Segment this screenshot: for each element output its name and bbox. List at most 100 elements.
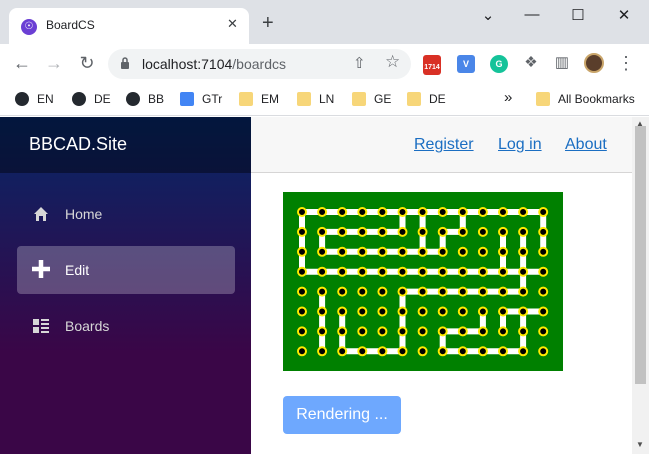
bookmark-bb[interactable]: BB bbox=[126, 92, 164, 106]
solder-pad[interactable] bbox=[518, 286, 529, 297]
about-link[interactable]: About bbox=[565, 136, 607, 154]
solder-pad[interactable] bbox=[518, 207, 529, 217]
solder-pad[interactable] bbox=[377, 326, 388, 337]
solder-pad[interactable] bbox=[457, 246, 468, 257]
solder-pad[interactable] bbox=[538, 246, 549, 257]
close-tab-icon[interactable]: ✕ bbox=[227, 16, 238, 32]
solder-pad[interactable] bbox=[397, 346, 408, 357]
solder-pad[interactable] bbox=[377, 286, 388, 297]
solder-pad[interactable] bbox=[477, 286, 488, 297]
solder-pad[interactable] bbox=[297, 326, 307, 337]
solder-pad[interactable] bbox=[417, 246, 428, 257]
solder-pad[interactable] bbox=[357, 306, 368, 317]
solder-pad[interactable] bbox=[498, 346, 508, 357]
bookmark-em[interactable]: EM bbox=[239, 92, 279, 106]
extensions-puzzle-icon[interactable]: ❖ bbox=[520, 53, 542, 73]
solder-pad[interactable] bbox=[297, 306, 307, 317]
tab-search-icon[interactable]: ⌄ bbox=[478, 6, 498, 24]
solder-pad[interactable] bbox=[477, 306, 488, 317]
bookmark-ln[interactable]: LN bbox=[297, 92, 334, 106]
solder-pad[interactable] bbox=[417, 346, 428, 357]
solder-pad[interactable] bbox=[337, 306, 348, 317]
solder-pad[interactable] bbox=[498, 266, 508, 277]
solder-pad[interactable] bbox=[377, 226, 388, 237]
new-tab-button[interactable]: + bbox=[262, 13, 274, 33]
solder-pad[interactable] bbox=[397, 306, 408, 317]
solder-pad[interactable] bbox=[357, 326, 368, 337]
bookmark-en[interactable]: EN bbox=[15, 92, 54, 106]
solder-pad[interactable] bbox=[357, 246, 368, 257]
brand-link[interactable]: BBCAD.Site bbox=[29, 134, 127, 155]
solder-pad[interactable] bbox=[317, 207, 328, 217]
solder-pad[interactable] bbox=[538, 226, 549, 237]
solder-pad[interactable] bbox=[498, 306, 508, 317]
side-panel-icon[interactable]: ▥ bbox=[551, 53, 573, 73]
solder-pad[interactable] bbox=[357, 207, 368, 217]
solder-pad[interactable] bbox=[357, 346, 368, 357]
bookmark-de[interactable]: DE bbox=[72, 92, 111, 106]
solder-pad[interactable] bbox=[357, 266, 368, 277]
solder-pad[interactable] bbox=[498, 226, 508, 237]
bookmarks-overflow-button[interactable]: » bbox=[504, 89, 512, 106]
solder-pad[interactable] bbox=[437, 207, 448, 217]
solder-pad[interactable] bbox=[297, 286, 307, 297]
scrollbar[interactable]: ▲ ▼ bbox=[632, 117, 649, 454]
login-link[interactable]: Log in bbox=[498, 136, 542, 154]
solder-pad[interactable] bbox=[417, 226, 428, 237]
address-bar[interactable]: localhost:7104/boardcs ⇧ ☆ bbox=[108, 49, 411, 79]
solder-pad[interactable] bbox=[377, 266, 388, 277]
solder-pad[interactable] bbox=[518, 346, 529, 357]
profile-avatar[interactable] bbox=[584, 53, 604, 73]
browser-tab[interactable]: ☉ BoardCS ✕ bbox=[9, 8, 249, 44]
solder-pad[interactable] bbox=[538, 326, 549, 337]
all-bookmarks[interactable]: All Bookmarks bbox=[536, 92, 635, 106]
reload-button[interactable]: ↻ bbox=[76, 53, 98, 73]
solder-pad[interactable] bbox=[397, 246, 408, 257]
solder-pad[interactable] bbox=[538, 306, 549, 317]
solder-pad[interactable] bbox=[437, 306, 448, 317]
share-icon[interactable]: ⇧ bbox=[353, 54, 366, 72]
solder-pad[interactable] bbox=[417, 326, 428, 337]
solder-pad[interactable] bbox=[457, 286, 468, 297]
solder-pad[interactable] bbox=[397, 286, 408, 297]
solder-pad[interactable] bbox=[317, 246, 328, 257]
solder-pad[interactable] bbox=[337, 246, 348, 257]
rendering-button[interactable]: Rendering ... bbox=[283, 396, 401, 434]
solder-pad[interactable] bbox=[518, 246, 529, 257]
scroll-down-arrow-icon[interactable]: ▼ bbox=[636, 440, 644, 449]
solder-pad[interactable] bbox=[457, 207, 468, 217]
solder-pad[interactable] bbox=[437, 326, 448, 337]
solder-pad[interactable] bbox=[337, 286, 348, 297]
forward-button[interactable]: → bbox=[43, 53, 65, 73]
solder-pad[interactable] bbox=[317, 226, 328, 237]
solder-pad[interactable] bbox=[457, 306, 468, 317]
solder-pad[interactable] bbox=[538, 286, 549, 297]
solder-pad[interactable] bbox=[538, 207, 549, 217]
solder-pad[interactable] bbox=[337, 326, 348, 337]
solder-pad[interactable] bbox=[498, 207, 508, 217]
solder-pad[interactable] bbox=[437, 226, 448, 237]
solder-pad[interactable] bbox=[477, 207, 488, 217]
sidebar-item-home[interactable]: Home bbox=[17, 190, 235, 238]
solder-pad[interactable] bbox=[538, 266, 549, 277]
solder-pad[interactable] bbox=[518, 226, 529, 237]
solder-pad[interactable] bbox=[397, 266, 408, 277]
solder-pad[interactable] bbox=[437, 286, 448, 297]
solder-pad[interactable] bbox=[518, 306, 529, 317]
stripboard-canvas[interactable] bbox=[283, 192, 563, 371]
solder-pad[interactable] bbox=[457, 266, 468, 277]
solder-pad[interactable] bbox=[337, 207, 348, 217]
solder-pad[interactable] bbox=[337, 226, 348, 237]
register-link[interactable]: Register bbox=[414, 136, 474, 154]
solder-pad[interactable] bbox=[317, 326, 328, 337]
bookmark-gtr[interactable]: GTr bbox=[180, 92, 222, 106]
solder-pad[interactable] bbox=[477, 346, 488, 357]
solder-pad[interactable] bbox=[377, 346, 388, 357]
solder-pad[interactable] bbox=[377, 246, 388, 257]
sidebar-item-edit[interactable]: Edit bbox=[17, 246, 235, 294]
browser-menu-icon[interactable]: ⋮ bbox=[615, 53, 637, 73]
solder-pad[interactable] bbox=[417, 207, 428, 217]
solder-pad[interactable] bbox=[357, 286, 368, 297]
bookmark-ge[interactable]: GE bbox=[352, 92, 391, 106]
solder-pad[interactable] bbox=[518, 326, 529, 337]
